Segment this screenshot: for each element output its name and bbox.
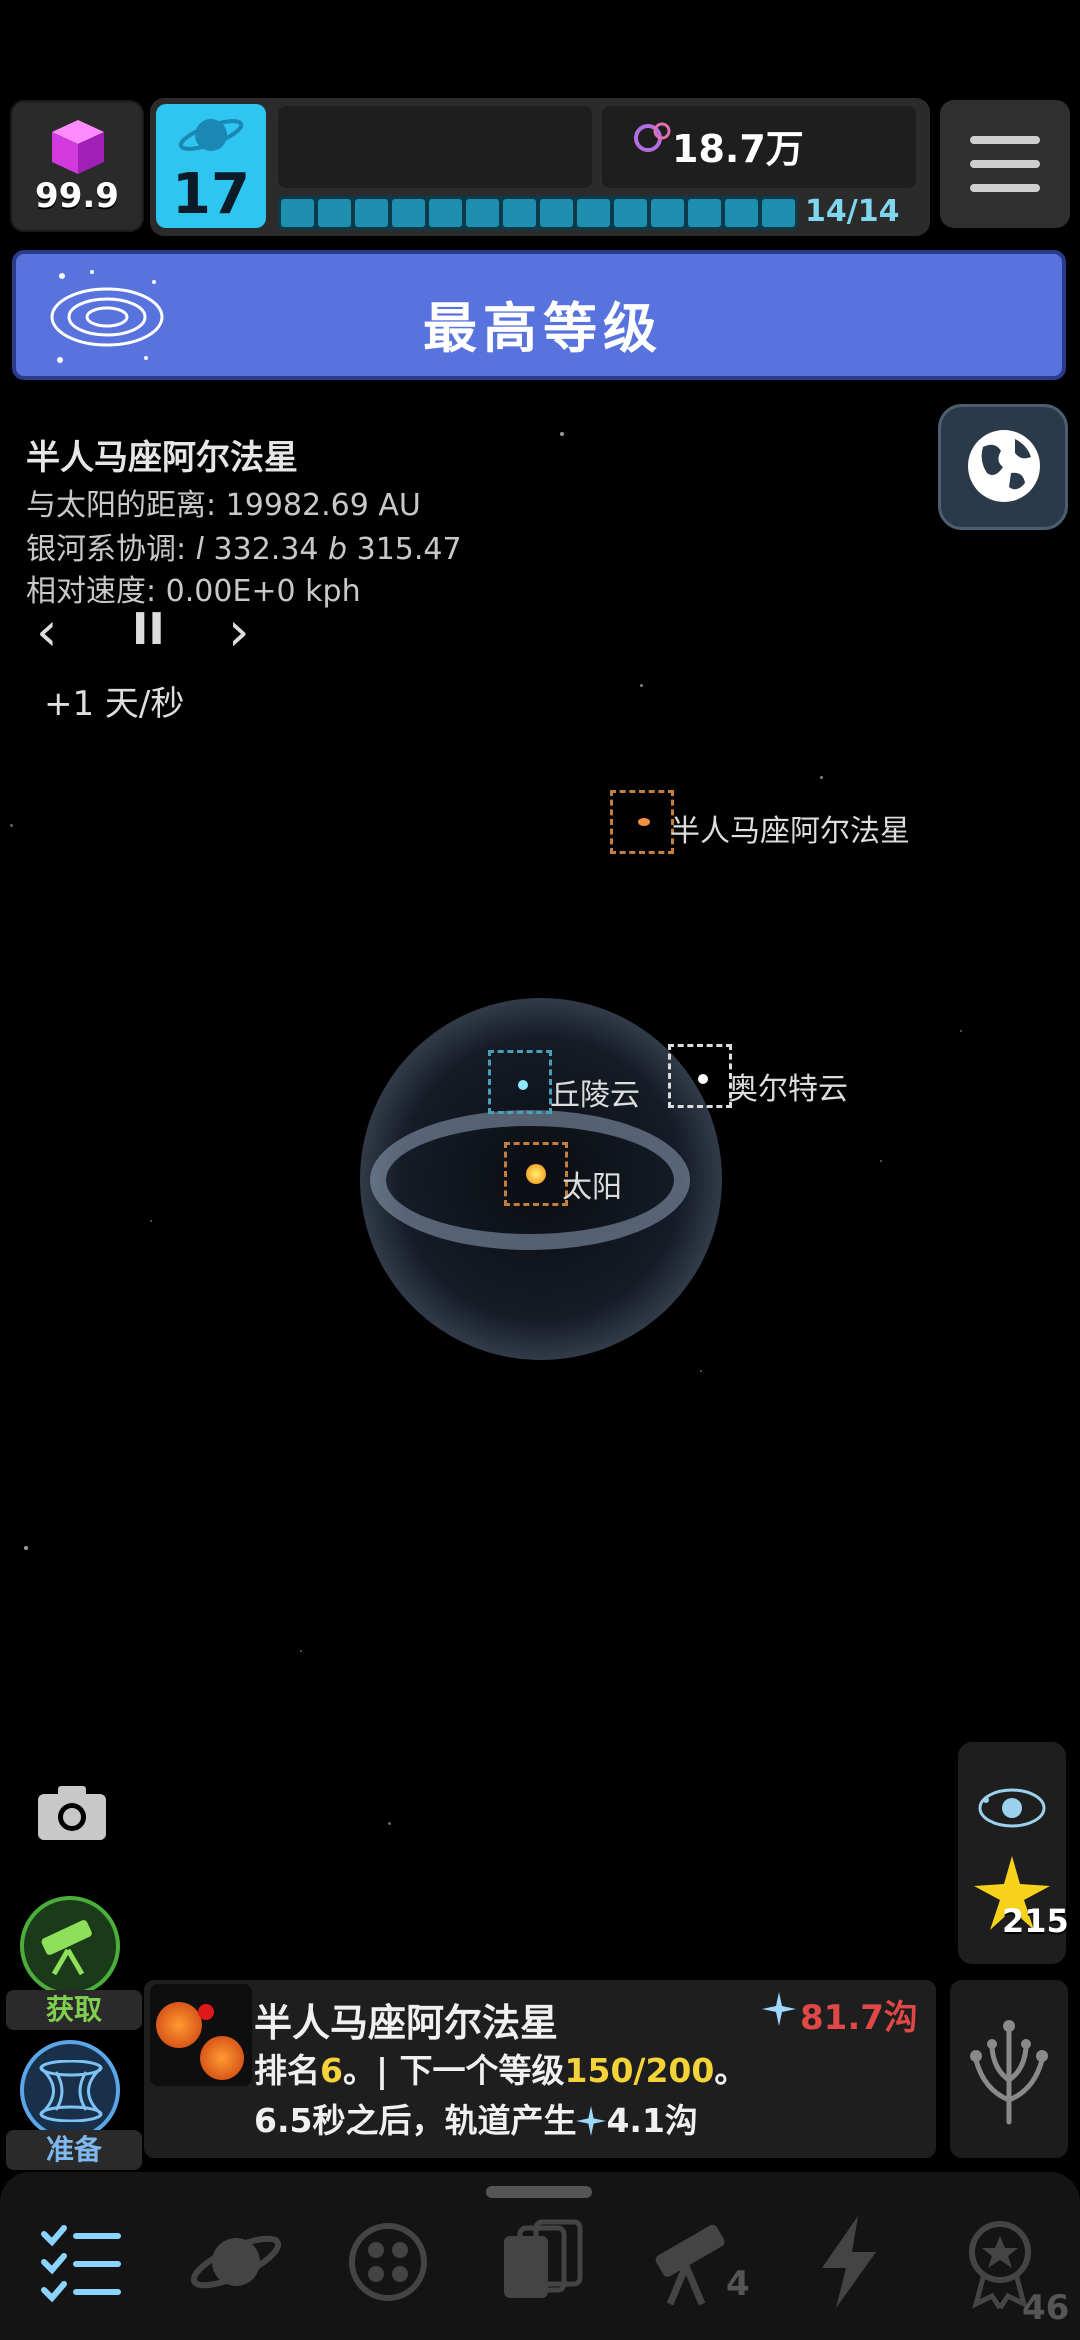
drawer-handle[interactable] bbox=[486, 2186, 592, 2198]
kuiper-dot bbox=[518, 1080, 528, 1090]
tree-icon bbox=[970, 2020, 1048, 2125]
globe-icon bbox=[968, 430, 1040, 502]
currency-value: 18.7万 bbox=[672, 127, 804, 171]
telescope-icon bbox=[41, 1920, 92, 1976]
player-level: 17 bbox=[172, 162, 250, 227]
side-panel: 215 bbox=[958, 1742, 1069, 1964]
upgrade-tree-button[interactable] bbox=[950, 1980, 1068, 2158]
sparkle-icon bbox=[762, 1992, 796, 2026]
galactic-coords: 银河系协调: l 332.34 b 315.47 bbox=[26, 532, 462, 567]
orbs-icon bbox=[634, 122, 671, 152]
empty-slot bbox=[278, 106, 592, 188]
nav-energy[interactable] bbox=[800, 2212, 900, 2312]
acquire-button[interactable] bbox=[20, 1896, 120, 1996]
nav-cards[interactable] bbox=[490, 2212, 590, 2312]
velocity-text: 相对速度: 0.00E+0 kph bbox=[26, 574, 361, 609]
prepare-label[interactable]: 准备 bbox=[6, 2130, 142, 2170]
alpha-centauri-dot bbox=[638, 818, 650, 826]
nav-telescope[interactable]: 4 bbox=[642, 2212, 750, 2312]
sun-label[interactable]: 太阳 bbox=[562, 1162, 622, 1206]
sparkle-icon bbox=[576, 2106, 607, 2136]
rank-line: 排名6。| 下一个等级150/200。 bbox=[254, 2051, 748, 2090]
object-thumbnail bbox=[150, 1984, 252, 2086]
distance-text: 与太阳的距离: 19982.69 AU bbox=[26, 488, 421, 523]
nav-tasks[interactable] bbox=[34, 2212, 134, 2312]
star-count: 215 bbox=[1002, 1902, 1069, 1940]
lightning-icon bbox=[822, 2216, 876, 2308]
max-level-banner[interactable]: 最高等级 bbox=[12, 250, 1066, 380]
orbit-view-icon[interactable] bbox=[976, 1778, 1048, 1838]
nav-cells[interactable] bbox=[338, 2212, 438, 2312]
kuiper-label[interactable]: 丘陵云 bbox=[550, 1070, 640, 1114]
sun-dot bbox=[526, 1164, 546, 1184]
selected-object-title: 半人马座阿尔法星 bbox=[26, 438, 298, 478]
cube-gem-icon bbox=[52, 120, 104, 174]
oort-dot bbox=[698, 1074, 708, 1084]
globe-button[interactable] bbox=[938, 404, 1068, 530]
cells-icon bbox=[349, 2223, 427, 2301]
pause-button[interactable]: II bbox=[132, 604, 165, 655]
menu-button[interactable] bbox=[940, 100, 1070, 228]
achievements-badge: 46 bbox=[1022, 2288, 1070, 2328]
acquire-label[interactable]: 获取 bbox=[6, 1990, 142, 2030]
prev-object-button[interactable]: ‹ bbox=[36, 600, 58, 663]
camera-icon[interactable] bbox=[36, 1782, 108, 1842]
telescope-badge: 4 bbox=[726, 2264, 750, 2304]
gem-value: 99.9 bbox=[35, 176, 119, 216]
planet-icon bbox=[178, 119, 244, 151]
prepare-button[interactable] bbox=[20, 2040, 120, 2140]
checklist-icon bbox=[41, 2225, 121, 2303]
nav-planets[interactable] bbox=[186, 2212, 286, 2312]
level-progress-bar bbox=[278, 196, 798, 230]
orbit-line: 6.5秒之后，轨道产生 4.1沟 bbox=[254, 2101, 698, 2140]
wormhole-icon bbox=[39, 2060, 103, 2122]
gem-button[interactable]: 99.9 bbox=[10, 100, 144, 232]
planet-icon bbox=[190, 2235, 282, 2289]
cards-icon bbox=[504, 2219, 583, 2298]
player-level-button[interactable]: 17 bbox=[156, 104, 266, 228]
nav-achievements[interactable]: 46 bbox=[950, 2212, 1069, 2328]
banner-title: 最高等级 bbox=[423, 297, 663, 360]
progress-label: 14/14 bbox=[805, 194, 900, 229]
object-name: 半人马座阿尔法星 bbox=[254, 2001, 559, 2045]
object-card[interactable]: 半人马座阿尔法星 81.7沟 排名6。| 下一个等级150/200。 6.5秒之… bbox=[144, 1980, 936, 2158]
oort-label[interactable]: 奥尔特云 bbox=[728, 1064, 848, 1108]
next-object-button[interactable]: › bbox=[228, 600, 250, 663]
alpha-centauri-label[interactable]: 半人马座阿尔法星 bbox=[670, 806, 910, 850]
object-reward: 81.7沟 bbox=[800, 1998, 918, 2038]
time-speed: +1 天/秒 bbox=[44, 684, 185, 724]
currency-box: 18.7万 bbox=[602, 106, 916, 188]
level-panel: 17 18.7万 14/14 bbox=[150, 98, 930, 236]
menu-icon bbox=[970, 136, 1040, 144]
